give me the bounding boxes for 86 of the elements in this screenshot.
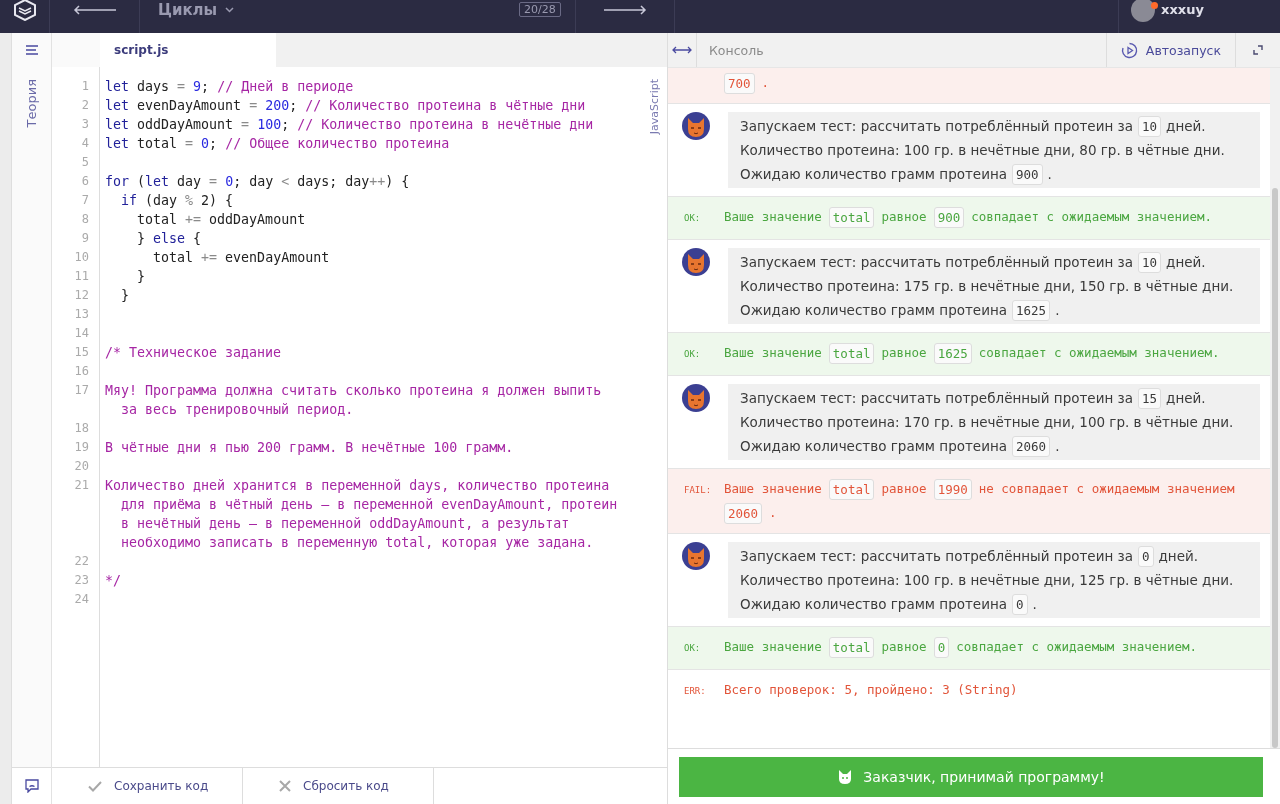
line-number: 22 (73, 553, 90, 570)
code-line: } else { (136, 230, 203, 248)
message-text: Ожидаю количество грамм протеина 1625 . (740, 298, 1248, 322)
code-line: В чётные дни я пью 200 грамм. В нечётные 100 грамм. (105, 439, 515, 457)
cube-logo-icon[interactable] (12, 0, 37, 21)
message-text: Ожидаю количество грамм протеина 0 . (740, 592, 1248, 616)
console-title: Консоль (708, 42, 765, 58)
code-line: } (120, 287, 131, 305)
code-line: /* Техническое задание (105, 344, 283, 362)
result-label: OK: (684, 642, 702, 655)
result-text: Ваше значение total равное 900 совпадает с ожидаемым значением. (724, 206, 1213, 228)
swap-arrows-icon[interactable] (672, 46, 692, 54)
result-text: 2060 . (724, 502, 1235, 524)
caret-icon[interactable] (225, 6, 235, 13)
line-number: 21 (73, 477, 90, 494)
line-number: 17 (73, 382, 90, 399)
line-number: 8 (80, 211, 90, 228)
message-text: Запускаем тест: рассчитать потреблённый протеин за 10 дней. (740, 114, 1248, 138)
check-icon (88, 780, 102, 792)
line-number: 13 (73, 306, 90, 323)
line-number: 6 (80, 173, 90, 190)
autorun-button[interactable]: Автозапуск (1105, 33, 1235, 67)
code-line: let total = 0; // Общее количество протеина (105, 135, 451, 153)
line-number: 7 (80, 192, 90, 209)
expand-icon[interactable] (1253, 45, 1263, 55)
cat-avatar-icon (682, 112, 710, 140)
user-name[interactable]: xxxuy (1161, 2, 1280, 17)
message-text: Запускаем тест: рассчитать потреблённый протеин за 0 дней. (740, 544, 1248, 568)
result-text: Ваше значение total равное 0 совпадает с ожидаемым значением. (724, 636, 1197, 658)
message-text: Ожидаю количество грамм протеина 2060 . (740, 434, 1248, 458)
progress-counter: 20/28 (519, 2, 561, 17)
lesson-title[interactable]: Циклы (158, 0, 218, 19)
cat-head-icon (837, 768, 854, 785)
cat-avatar-icon (682, 384, 710, 412)
message-text: Количество протеина: 175 гр. в нечётные дни, 150 гр. в чётные дни. (740, 277, 1235, 296)
scrollbar[interactable] (1270, 68, 1280, 748)
line-number: 3 (80, 116, 90, 133)
line-number: 2 (80, 97, 90, 114)
result-text: Ваше значение total равное 1625 совпадает с ожидаемым значением. (724, 342, 1220, 364)
line-number: 11 (73, 268, 90, 285)
message-text: Количество протеина: 170 гр. в нечётные дни, 100 гр. в чётные дни. (740, 413, 1235, 432)
line-number: 12 (73, 287, 90, 304)
line-number: 1 (80, 78, 90, 95)
cat-avatar-icon (682, 248, 710, 276)
line-number: 20 (73, 458, 90, 475)
code-line: Количество дней хранится в переменной days, количество протеина для приёма в чётный день — в переменной evenDayAmount, протеин в нечётный день — в переменной oddDayAmount, а результат необходимо записать в переменную total, которая уже задана. (105, 477, 619, 552)
line-number: 4 (80, 135, 90, 152)
message-text: Запускаем тест: рассчитать потреблённый протеин за 10 дней. (740, 250, 1248, 274)
message-text: Количество протеина: 100 гр. в нечётные дни, 80 гр. в чётные дни. (740, 141, 1226, 160)
result-label: OK: (684, 348, 702, 361)
message-text: Запускаем тест: рассчитать потреблённый протеин за 15 дней. (740, 386, 1248, 410)
result-label: ERR: (684, 685, 707, 698)
file-tab[interactable]: script.js (100, 33, 276, 67)
line-number: 19 (73, 439, 90, 456)
line-number: 18 (73, 420, 90, 437)
code-line: */ (105, 572, 122, 590)
cat-avatar-icon (682, 542, 710, 570)
line-number: 16 (73, 363, 90, 380)
chat-icon[interactable] (24, 779, 39, 793)
code-line: total += oddDayAmount (136, 211, 307, 229)
code-line: for (let day = 0; day < days; day++) { (105, 173, 411, 191)
language-label: JavaScript (648, 79, 661, 135)
code-line: } (136, 268, 147, 286)
line-number: 15 (73, 344, 90, 361)
line-number: 5 (80, 154, 90, 171)
line-number: 9 (80, 230, 90, 247)
message-text: Количество протеина: 100 гр. в нечётные дни, 125 гр. в чётные дни. (740, 571, 1235, 590)
result-label: FAIL: (684, 484, 713, 497)
back-arrow-icon[interactable] (72, 4, 117, 15)
code-line: if (day % 2) { (120, 192, 235, 210)
line-number: 23 (73, 572, 90, 589)
line-number: 10 (73, 249, 90, 266)
theory-tab[interactable]: Теория (24, 79, 39, 128)
menu-icon[interactable] (25, 45, 38, 55)
line-number: 24 (73, 591, 90, 608)
play-icon (1120, 41, 1138, 59)
message-text: Ожидаю количество грамм протеина 900 . (740, 162, 1248, 186)
forward-arrow-icon[interactable] (602, 4, 647, 15)
code-line: Мяу! Программа должна считать сколько протеина я должен выпить за весь тренировочный период. (105, 382, 603, 419)
line-number: 14 (73, 325, 90, 342)
result-label: OK: (684, 212, 702, 225)
result-text: Всего проверок: 5, пройдено: 3 (String) (724, 681, 1018, 699)
result-text: Ваше значение total равное 1990 не совпадает с ожидаемым значением (724, 478, 1235, 500)
code-line: total += evenDayAmount (152, 249, 331, 267)
cross-icon (279, 780, 291, 792)
user-avatar[interactable] (1131, 0, 1155, 22)
